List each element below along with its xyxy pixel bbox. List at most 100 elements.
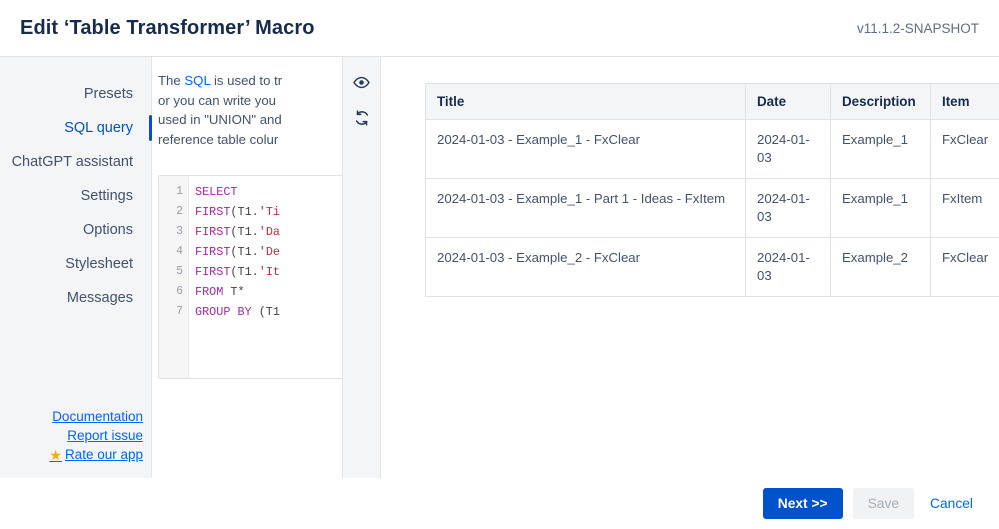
table-header-cell: Date (745, 83, 831, 120)
version-label: v11.1.2-SNAPSHOT (856, 20, 979, 36)
code-line: FIRST(T1.'Ti (195, 202, 342, 222)
code-token: 'Da (258, 225, 280, 239)
code-content[interactable]: SELECT FIRST(T1.'Ti FIRST(T1.'Da FIRST(T1.'… (189, 176, 342, 378)
table-cell: 2024-01-03 (745, 119, 831, 179)
line-number: 3 (176, 225, 183, 238)
sidebar-item-stylesheet[interactable]: Stylesheet (0, 247, 151, 281)
desc-line1-rest: is used to tr (210, 73, 283, 88)
code-token: FIRST (195, 245, 231, 259)
sidebar-item-options[interactable]: Options (0, 213, 151, 247)
macro-editor-window: Edit ‘Table Transformer’ Macro v11.1.2-S… (0, 0, 999, 529)
sidebar-item-chatgpt-assistant[interactable]: ChatGPT assistant (0, 145, 151, 179)
cancel-button[interactable]: Cancel (924, 488, 979, 519)
desc-line4: reference table colur (158, 131, 279, 147)
code-line: FIRST(T1.'De (195, 242, 342, 262)
sidebar-link-rate-our-app[interactable]: ★ Rate our app (0, 445, 151, 464)
code-token: T1. (237, 205, 259, 219)
table-cell: 2024-01-03 - Example_2 - FxClear (425, 237, 746, 297)
code-line: GROUP BY (T1 (195, 302, 342, 322)
sql-code-editor[interactable]: 1234567 SELECT FIRST(T1.'Ti FIRST(T1.'Da FI… (158, 175, 342, 379)
sidebar-item-label: Options (83, 222, 133, 238)
table-cell: FxClear (930, 119, 999, 179)
table-cell: Example_1 (830, 119, 931, 179)
table-cell: 2024-01-03 - Example_1 - FxClear (425, 119, 746, 179)
code-token: GROUP BY (195, 305, 252, 319)
line-number: 6 (176, 285, 183, 298)
table-row: 2024-01-03 - Example_1 - FxClear 2024-01-… (425, 119, 999, 179)
code-line: FROM T* (195, 282, 342, 302)
sidebar-links: Documentation Report issue ★ Rate our app (0, 407, 151, 478)
sidebar-link-report-issue[interactable]: Report issue (0, 426, 151, 445)
next-button[interactable]: Next >> (762, 488, 843, 519)
desc-prefix: The (158, 73, 185, 88)
table-header-cell: Item (930, 83, 999, 120)
line-number: 5 (176, 265, 183, 278)
table-cell: Example_1 (830, 178, 931, 238)
sidebar-link-documentation[interactable]: Documentation (0, 407, 151, 426)
code-token: FIRST (195, 265, 231, 279)
code-token: FIRST (195, 205, 231, 219)
desc-line2: or you can write you (158, 92, 277, 108)
table-cell: Example_2 (830, 237, 931, 297)
table-cell: 2024-01-03 (745, 178, 831, 238)
code-token: ( (230, 245, 238, 259)
line-number-gutter: 1 2 3 4 5 6 7 (159, 176, 189, 378)
window-header: Edit ‘Table Transformer’ Macro v11.1.2-S… (0, 0, 999, 57)
line-number: 1 (176, 185, 183, 198)
table-cell: FxItem (930, 178, 999, 238)
result-preview-pane: Title Date Description Item 2024-01-03 - Ex… (381, 57, 999, 478)
sidebar-item-label: Presets (83, 86, 133, 102)
code-line: FIRST(T1.'Da (195, 222, 342, 242)
sidebar-item-label: Messages (66, 290, 133, 306)
code-token: T1. (237, 265, 259, 279)
sql-description: The SQL is used to tr or you can write y… (152, 57, 342, 159)
sidebar-item-messages[interactable]: Messages (0, 281, 151, 315)
save-button[interactable]: Save (852, 488, 915, 519)
code-token: T* (223, 285, 245, 299)
code-token: ( (230, 225, 238, 239)
preview-eye-icon[interactable] (351, 71, 373, 93)
body-container: Presets SQL query ChatGPT assistant Setting… (0, 57, 999, 478)
sidebar-link-label: Report issue (67, 428, 143, 443)
code-token: 'De (258, 245, 280, 259)
sidebar-item-label: SQL query (64, 120, 133, 136)
desc-line3: used in "UNION" and (158, 112, 282, 127)
code-token: ( (230, 265, 238, 279)
table-body: 2024-01-03 - Example_1 - FxClear 2024-01-… (425, 119, 999, 297)
line-number: 2 (176, 205, 183, 218)
table-header-cell: Title (425, 83, 746, 120)
sidebar-link-label: Rate our app (64, 447, 143, 462)
code-token: T1. (237, 225, 259, 239)
sql-doc-link[interactable]: SQL (184, 73, 210, 88)
code-line: FIRST(T1.'It (195, 262, 342, 282)
sql-editor-panel: The SQL is used to tr or you can write y… (152, 57, 343, 478)
line-number: 4 (176, 245, 183, 258)
line-number: 7 (176, 305, 183, 318)
table-cell: 2024-01-03 - Example_1 - Part 1 - Ideas … (425, 178, 746, 238)
code-token: (T1 (251, 305, 280, 319)
code-token: FIRST (195, 225, 231, 239)
table-row: 2024-01-03 - Example_2 - FxClear 2024-01-… (425, 237, 999, 297)
code-token: T1. (237, 245, 259, 259)
sidebar: Presets SQL query ChatGPT assistant Setting… (0, 57, 152, 478)
star-icon: ★ (49, 446, 62, 463)
table-header-cell: Description (830, 83, 931, 120)
code-token: ( (230, 205, 238, 219)
table-header-row: Title Date Description Item (425, 83, 999, 120)
code-token: 'Ti (258, 205, 280, 219)
sidebar-item-label: Settings (80, 188, 133, 204)
result-table: Title Date Description Item 2024-01-03 - Ex… (425, 83, 999, 297)
code-token: FROM (195, 285, 224, 299)
sidebar-item-presets[interactable]: Presets (0, 77, 151, 111)
code-line: SELECT (195, 182, 342, 202)
sidebar-item-settings[interactable]: Settings (0, 179, 151, 213)
table-cell: FxClear (930, 237, 999, 297)
sidebar-nav: Presets SQL query ChatGPT assistant Setting… (0, 77, 152, 315)
table-row: 2024-01-03 - Example_1 - Part 1 - Ideas … (425, 178, 999, 238)
sidebar-item-sql-query[interactable]: SQL query (0, 111, 152, 145)
sidebar-item-label: Stylesheet (65, 256, 133, 272)
editor-toolbar-strip (343, 57, 381, 478)
page-title: Edit ‘Table Transformer’ Macro (20, 16, 315, 39)
code-token: SELECT (195, 185, 238, 199)
refresh-icon[interactable] (351, 107, 373, 129)
